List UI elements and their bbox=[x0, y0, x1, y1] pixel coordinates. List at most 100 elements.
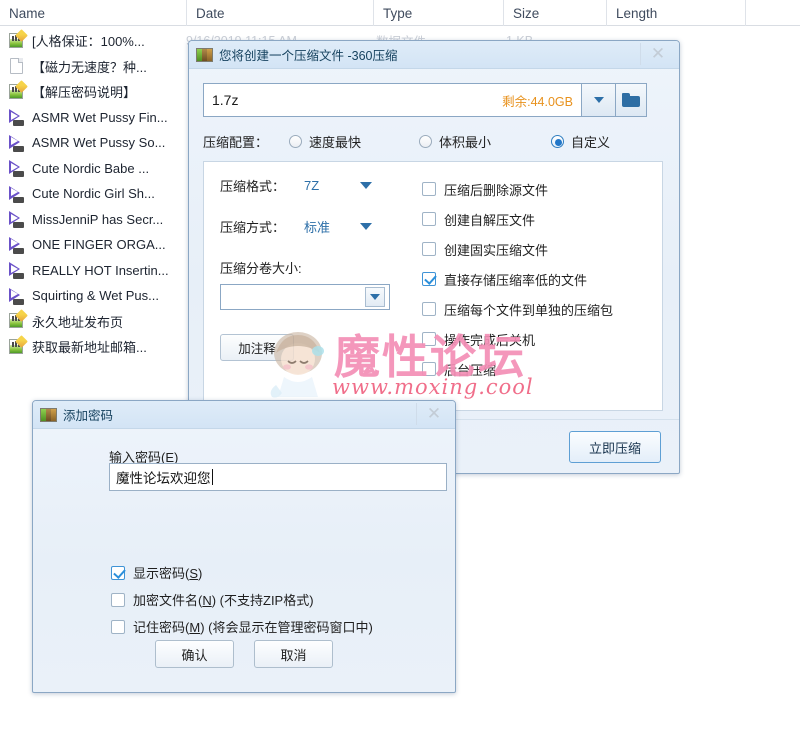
column-header-type-label: Type bbox=[383, 5, 413, 21]
method-select[interactable]: 压缩方式： 标准 bbox=[220, 217, 420, 236]
radio-custom-indicator bbox=[551, 134, 564, 148]
checkbox-indicator bbox=[422, 242, 436, 256]
file-name: 【磁力无速度？种... bbox=[32, 59, 147, 75]
list-item[interactable]: 【磁力无速度？种... bbox=[0, 54, 182, 80]
option-label-pre: 显示密码( bbox=[133, 566, 190, 581]
option-store-low-ratio[interactable]: 直接存储压缩率低的文件 bbox=[422, 264, 652, 294]
archive-name-input[interactable]: 1.7z 剩余:44.0GB bbox=[203, 83, 581, 117]
password-dialog-title: 添加密码 bbox=[63, 409, 114, 423]
compress-dialog-titlebar[interactable]: 您将创建一个压缩文件 -360压缩 bbox=[189, 41, 679, 69]
list-item[interactable]: ONE FINGER ORGA... bbox=[0, 232, 182, 258]
option-create-solid[interactable]: 创建固实压缩文件 bbox=[422, 234, 652, 264]
option-label: 显示密码(S) bbox=[133, 563, 202, 582]
column-header-spacer bbox=[745, 0, 800, 26]
radio-fastest[interactable]: 速度最快 bbox=[289, 132, 419, 151]
compress-now-button[interactable]: 立即压缩 bbox=[569, 431, 661, 463]
list-item[interactable]: 永久地址发布页 bbox=[0, 309, 182, 335]
add-password-dialog: 添加密码 ✕ 输入密码(E) 魔性论坛欢迎您 显示密码(S) 加密文件名(N) … bbox=[32, 400, 456, 693]
compression-options-list: 压缩后删除源文件 创建自解压文件 创建固实压缩文件 直接存储压缩率低的文件 压缩… bbox=[422, 174, 652, 384]
file-name: ONE FINGER ORGA... bbox=[32, 237, 166, 253]
compression-preset-row: 压缩配置： 速度最快 体积最小 自定义 bbox=[203, 129, 663, 153]
column-header-name[interactable]: Name bbox=[0, 0, 186, 26]
list-item[interactable]: ASMR Wet Pussy So... bbox=[0, 130, 182, 156]
list-item[interactable]: MissJenniP has Secr... bbox=[0, 207, 182, 233]
url-shortcut-icon bbox=[8, 79, 28, 101]
format-select[interactable]: 压缩格式： 7Z bbox=[220, 176, 420, 195]
file-name: REALLY HOT Insertin... bbox=[32, 262, 169, 278]
password-dialog-titlebar[interactable]: 添加密码 bbox=[33, 401, 455, 429]
option-background-compress[interactable]: 后台压缩 bbox=[422, 354, 652, 384]
column-header-size-label: Size bbox=[513, 5, 540, 21]
volume-size-label: 压缩分卷大小: bbox=[220, 261, 302, 276]
option-label: 操作完成后关机 bbox=[444, 332, 536, 348]
password-options: 显示密码(S) 加密文件名(N) (不支持ZIP格式) 记住密码(M) (将会显… bbox=[111, 559, 373, 640]
compression-settings-left: 压缩格式： 7Z 压缩方式： 标准 压缩分卷大小: 加注释 bbox=[220, 176, 420, 361]
video-file-icon bbox=[8, 159, 25, 178]
checkbox-indicator bbox=[422, 272, 436, 286]
radio-fastest-label: 速度最快 bbox=[309, 134, 362, 150]
video-file-icon bbox=[8, 134, 25, 152]
option-remember-password[interactable]: 记住密码(M) (将会显示在管理密码窗口中) bbox=[111, 613, 373, 640]
archive-path-dropdown-button[interactable] bbox=[581, 83, 615, 117]
column-header-type[interactable]: Type bbox=[373, 0, 503, 26]
chevron-down-icon bbox=[370, 294, 380, 300]
volume-size-combobox[interactable] bbox=[220, 284, 390, 310]
checkbox-indicator bbox=[111, 619, 125, 634]
add-comment-button[interactable]: 加注释 bbox=[220, 334, 294, 361]
volume-size-dropdown-button[interactable] bbox=[365, 287, 385, 307]
list-item[interactable]: 【解压密码说明】 bbox=[0, 79, 182, 105]
chevron-down-icon bbox=[360, 182, 372, 189]
option-label: 创建固实压缩文件 bbox=[444, 242, 549, 258]
format-value: 7Z bbox=[304, 178, 320, 193]
password-input[interactable]: 魔性论坛欢迎您 bbox=[109, 463, 447, 491]
radio-custom[interactable]: 自定义 bbox=[551, 132, 610, 151]
column-header-size[interactable]: Size bbox=[503, 0, 606, 26]
file-name: Cute Nordic Girl Sh... bbox=[32, 186, 155, 202]
radio-fastest-indicator bbox=[289, 134, 302, 148]
option-label: 直接存储压缩率低的文件 bbox=[444, 272, 588, 288]
option-separate-archives[interactable]: 压缩每个文件到单独的压缩包 bbox=[422, 294, 652, 324]
app-logo-icon bbox=[40, 407, 57, 422]
option-show-password[interactable]: 显示密码(S) bbox=[111, 559, 373, 586]
cancel-button[interactable]: 取消 bbox=[254, 640, 333, 668]
list-item[interactable]: [人格保证：100%... bbox=[0, 28, 182, 54]
video-file-icon bbox=[8, 287, 25, 305]
confirm-button[interactable]: 确认 bbox=[155, 640, 234, 668]
url-shortcut-icon bbox=[8, 334, 28, 356]
option-label-key: M bbox=[189, 620, 201, 635]
checkbox-indicator bbox=[422, 182, 436, 196]
list-item[interactable]: Squirting & Wet Pus... bbox=[0, 283, 182, 309]
column-header-length[interactable]: Length bbox=[606, 0, 745, 26]
file-list-column-headers: Name Date Type Size Length bbox=[0, 0, 800, 26]
password-dialog-buttons: 确认 取消 bbox=[33, 640, 455, 668]
list-item[interactable]: REALLY HOT Insertin... bbox=[0, 258, 182, 284]
option-shutdown-after[interactable]: 操作完成后关机 bbox=[422, 324, 652, 354]
file-name: [人格保证：100%... bbox=[32, 34, 145, 50]
browse-folder-button[interactable] bbox=[615, 83, 647, 117]
option-label: 创建自解压文件 bbox=[444, 212, 536, 228]
option-label: 压缩每个文件到单独的压缩包 bbox=[444, 302, 614, 318]
compression-settings-group: 压缩格式： 7Z 压缩方式： 标准 压缩分卷大小: 加注释 压缩后删除源文件 创… bbox=[203, 161, 663, 411]
screen: Name Date Type Size Length [人格保证：100%...… bbox=[0, 0, 800, 730]
free-space-label: 剩余:44.0GB bbox=[502, 94, 573, 109]
option-label: 记住密码(M) (将会显示在管理密码窗口中) bbox=[133, 617, 373, 636]
option-create-sfx[interactable]: 创建自解压文件 bbox=[422, 204, 652, 234]
radio-smallest[interactable]: 体积最小 bbox=[419, 132, 551, 151]
option-delete-source[interactable]: 压缩后删除源文件 bbox=[422, 174, 652, 204]
file-name: 永久地址发布页 bbox=[32, 314, 124, 330]
method-label: 压缩方式： bbox=[220, 220, 286, 235]
column-header-name-label: Name bbox=[9, 5, 46, 21]
checkbox-indicator bbox=[111, 565, 125, 580]
list-item[interactable]: Cute Nordic Girl Sh... bbox=[0, 181, 182, 207]
close-icon[interactable]: ✕ bbox=[643, 44, 673, 64]
close-icon[interactable]: ✕ bbox=[419, 404, 449, 424]
list-item[interactable]: ASMR Wet Pussy Fin... bbox=[0, 105, 182, 131]
option-label-pre: 记住密码( bbox=[133, 620, 190, 635]
file-name: 获取最新地址邮箱... bbox=[32, 340, 147, 356]
chevron-down-icon bbox=[360, 223, 372, 230]
video-file-icon bbox=[8, 108, 25, 127]
column-header-date[interactable]: Date bbox=[186, 0, 373, 26]
option-encrypt-filenames[interactable]: 加密文件名(N) (不支持ZIP格式) bbox=[111, 586, 373, 613]
list-item[interactable]: 获取最新地址邮箱... bbox=[0, 334, 182, 360]
list-item[interactable]: Cute Nordic Babe ... bbox=[0, 156, 182, 182]
